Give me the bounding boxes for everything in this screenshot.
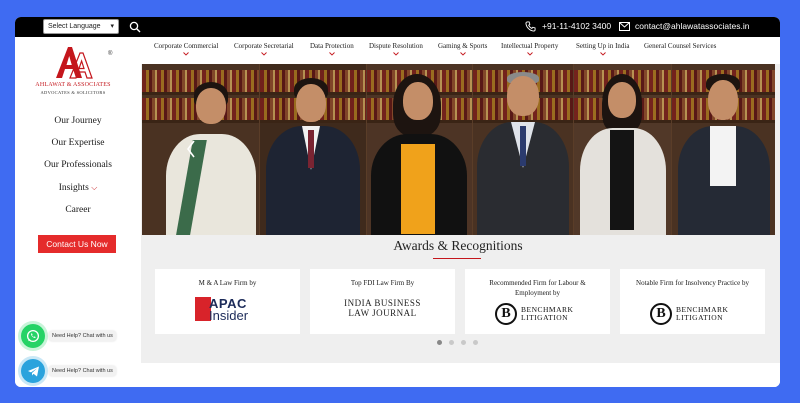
benchmark-litigation-logo: B BENCHMARK LITIGATION	[650, 303, 740, 327]
benchmark-b-icon: B	[495, 303, 517, 325]
nav-item-label: Setting Up in India	[576, 42, 630, 50]
chevron-down-icon: ▾	[110, 23, 114, 30]
chevron-down-icon	[526, 52, 533, 56]
carousel-pagination	[437, 340, 478, 345]
nav-item-label: Data Protection	[310, 42, 354, 50]
sidebar-item-career[interactable]: Career	[15, 205, 141, 215]
apac-insider-logo: APAC Insider	[195, 296, 263, 323]
slider-prev-icon[interactable]	[186, 140, 196, 158]
sidebar-item-our-expertise[interactable]: Our Expertise	[15, 138, 141, 148]
logo-firm-name: AHLAWAT & ASSOCIATES	[35, 82, 111, 88]
logo-line-2: LAW JOURNAL	[348, 308, 417, 318]
award-text: M & A Law Firm by	[198, 279, 257, 287]
chevron-down-icon	[393, 52, 399, 56]
language-select-value: Select Language	[48, 23, 101, 30]
carousel-dot[interactable]	[437, 340, 442, 345]
firm-logo[interactable]: ® AHLAWAT & ASSOCIATES ADVOCATES & SOLIC…	[30, 45, 116, 105]
carousel-dot[interactable]	[449, 340, 454, 345]
hero-slider[interactable]	[142, 64, 775, 235]
nav-item-dispute-resolution[interactable]: Dispute Resolution	[369, 42, 423, 56]
chevron-down-icon	[599, 52, 606, 56]
telegram-icon[interactable]	[21, 359, 45, 383]
award-card[interactable]: M & A Law Firm by APAC Insider	[155, 269, 300, 334]
award-card[interactable]: Notable Firm for Insolvency Practice by …	[620, 269, 765, 334]
language-select[interactable]: Select Language ▾	[43, 19, 119, 34]
benchmark-litigation-logo: B BENCHMARK LITIGATION	[495, 303, 585, 327]
nav-item-label: Corporate Commercial	[154, 42, 219, 50]
sidebar-item-insights[interactable]: Insights ⌵	[15, 183, 141, 193]
whatsapp-chat-widget[interactable]: Need Help? Chat with us	[21, 324, 116, 348]
browser-page: Select Language ▾ +91-11-4102 3400 conta…	[15, 17, 780, 387]
nav-item-general-counsel-services[interactable]: General Counsel Services	[644, 42, 716, 50]
sidebar-item-our-professionals[interactable]: Our Professionals	[15, 160, 141, 170]
sidebar-item-label: Insights	[58, 183, 89, 193]
logo-line-2: Insider	[209, 308, 249, 323]
team-photo-1	[142, 64, 259, 235]
chevron-down-icon	[459, 52, 466, 56]
practice-area-nav: Corporate Commercial Corporate Secretari…	[141, 37, 780, 64]
logo-subtitle: ADVOCATES & SOLICITORS	[40, 90, 106, 95]
main-content: Awards & Recognitions ‹ › M & A Law Firm…	[141, 64, 780, 387]
telegram-chat-widget[interactable]: Need Help? Chat with us	[21, 359, 116, 383]
whatsapp-icon[interactable]	[21, 324, 45, 348]
nav-item-data-protection[interactable]: Data Protection	[310, 42, 354, 56]
award-text: Top FDI Law Firm By	[350, 279, 415, 287]
logo-mark-icon	[56, 47, 93, 79]
award-text: Recommended Firm for Labour & Employment…	[489, 279, 586, 297]
chevron-down-icon	[183, 52, 189, 56]
award-card[interactable]: Recommended Firm for Labour & Employment…	[465, 269, 610, 334]
whatsapp-chat-label[interactable]: Need Help? Chat with us	[49, 331, 116, 341]
nav-item-gaming-sports[interactable]: Gaming & Sports	[438, 42, 488, 56]
contact-us-button[interactable]: Contact Us Now	[38, 235, 116, 253]
team-photo-4	[473, 64, 573, 235]
search-icon[interactable]	[129, 21, 141, 33]
chevron-down-icon	[329, 52, 335, 56]
team-photo-5	[574, 64, 671, 235]
chevron-down-icon	[261, 52, 267, 56]
awards-heading: Awards & Recognitions	[393, 238, 523, 253]
email-address[interactable]: contact@ahlawatassociates.in	[635, 21, 749, 31]
nav-item-label: Corporate Secretarial	[234, 42, 294, 50]
logo-line-1: INDIA BUSINESS	[344, 298, 421, 308]
nav-item-label: Dispute Resolution	[369, 42, 423, 50]
india-business-law-journal-logo: INDIA BUSINESS LAW JOURNAL	[310, 298, 455, 318]
registered-mark: ®	[108, 51, 113, 57]
award-card[interactable]: Top FDI Law Firm By INDIA BUSINESS LAW J…	[310, 269, 455, 334]
award-text: Notable Firm for Insolvency Practice by	[636, 279, 749, 287]
carousel-dot[interactable]	[473, 340, 478, 345]
logo-line-2: LITIGATION	[521, 313, 569, 322]
nav-item-corporate-commercial[interactable]: Corporate Commercial	[154, 42, 219, 56]
nav-item-corporate-secretarial[interactable]: Corporate Secretarial	[234, 42, 294, 56]
mail-icon	[619, 22, 630, 31]
team-photo-3	[367, 64, 472, 235]
phone-icon	[525, 21, 536, 32]
top-bar: Select Language ▾ +91-11-4102 3400 conta…	[15, 17, 780, 37]
nav-item-label: Intellectual Property	[501, 42, 559, 50]
logo-line-2: LITIGATION	[676, 313, 724, 322]
telegram-chat-label[interactable]: Need Help? Chat with us	[49, 366, 116, 376]
team-photo-6	[672, 64, 775, 235]
phone-number[interactable]: +91-11-4102 3400	[542, 21, 611, 31]
carousel-dot[interactable]	[461, 340, 466, 345]
team-photo-2	[260, 64, 366, 235]
benchmark-b-icon: B	[650, 303, 672, 325]
heading-underline	[433, 258, 481, 259]
sidebar-item-our-journey[interactable]: Our Journey	[15, 116, 141, 126]
nav-item-intellectual-property[interactable]: Intellectual Property	[501, 42, 559, 56]
nav-item-setting-up-in-india[interactable]: Setting Up in India	[576, 42, 630, 56]
chevron-down-icon: ⌵	[91, 183, 98, 192]
nav-item-label: Gaming & Sports	[438, 42, 488, 50]
content-bottom-strip	[141, 363, 780, 387]
